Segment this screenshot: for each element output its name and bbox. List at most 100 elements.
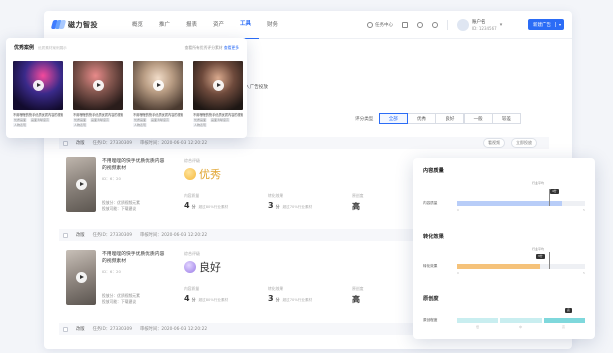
avatar bbox=[456, 18, 469, 31]
example-cards: 不用哩哩的快手优质优质内容的视频 优质画面 画面清晰度高 人物表现 不用哩哩的快… bbox=[13, 61, 243, 127]
example-thumbnail[interactable] bbox=[73, 61, 123, 110]
play-icon[interactable] bbox=[75, 272, 87, 283]
row-checkbox[interactable] bbox=[63, 140, 68, 146]
review-time: 审核时间：2020-06-03 12:20:22 bbox=[139, 141, 208, 146]
metric-conversion: 转化效果 3 分超过70%行业素材 bbox=[268, 193, 352, 212]
filter-option-excellent[interactable]: 优秀 bbox=[407, 113, 437, 124]
filter-option-all[interactable]: 全部 bbox=[378, 113, 408, 124]
medal-icon bbox=[184, 168, 196, 180]
nav-item-overview[interactable]: 概览 bbox=[124, 11, 151, 39]
example-caption: 不用哩哩的快手优质优质内容的视频 bbox=[13, 113, 63, 117]
example-tags: 人物表现 bbox=[13, 123, 63, 127]
brand-logo[interactable]: 磁力智投 bbox=[50, 19, 114, 30]
example-tag: 优质画面 bbox=[133, 118, 148, 122]
row-label: 转化效果 bbox=[423, 264, 438, 268]
nav-item-assets[interactable]: 资产 bbox=[205, 11, 232, 39]
example-tag: 画面清晰度高 bbox=[210, 118, 231, 122]
bell-icon[interactable] bbox=[416, 21, 423, 28]
example-tag: 人物表现 bbox=[193, 123, 208, 127]
metric-conversion: 转化效果 3 分超过70%行业素材 bbox=[268, 286, 352, 305]
play-icon[interactable] bbox=[92, 80, 104, 91]
metric-value-wrap: 3 分超过70%行业素材 bbox=[268, 294, 352, 303]
metric-unit: 分 bbox=[191, 204, 196, 209]
page-hint: 入广告投放 bbox=[245, 85, 268, 90]
example-card[interactable]: 不用哩哩的快手优质优质内容的视频 优质画面 画面清晰度高 人物表现 bbox=[73, 61, 123, 127]
filter-option-normal[interactable]: 一般 bbox=[463, 113, 493, 124]
task-center-icon bbox=[366, 21, 373, 28]
example-card[interactable]: 不用哩哩的快手优质优质内容的视频 优质画面 画面清晰度高 人物表现 bbox=[193, 61, 243, 127]
view-video-button[interactable]: 看视频 bbox=[483, 138, 505, 148]
tick-label: 0 bbox=[457, 208, 459, 212]
nav-item-reports[interactable]: 报表 bbox=[178, 11, 205, 39]
example-tag: 画面清晰度高 bbox=[150, 118, 171, 122]
example-tag: 优质画面 bbox=[73, 118, 88, 122]
play-icon[interactable] bbox=[32, 80, 44, 91]
record-tag: 改版 bbox=[76, 327, 85, 332]
record-header: 改版 任务ID：27330309 审核时间：2020-06-03 12:20:2… bbox=[59, 137, 549, 149]
row-label: 内容质量 bbox=[423, 201, 438, 205]
grade-value: 良好 bbox=[199, 261, 221, 274]
metric-unit: 分 bbox=[191, 297, 196, 302]
video-thumbnail[interactable] bbox=[66, 157, 96, 212]
example-caption: 不用哩哩的快手优质优质内容的视频 bbox=[193, 113, 243, 117]
nav-item-tools[interactable]: 工具 bbox=[232, 11, 259, 39]
examples-panel: 优秀案例 优质素材案例展示 查看所有优秀评分素材 查看更多 不用哩哩的快手优质优质… bbox=[6, 38, 247, 138]
example-tags: 人物表现 bbox=[73, 123, 123, 127]
help-icon[interactable] bbox=[431, 21, 438, 28]
nav-item-finance[interactable]: 财务 bbox=[259, 11, 286, 39]
video-thumbnail[interactable] bbox=[66, 250, 96, 305]
metric-unit: 分 bbox=[275, 297, 280, 302]
create-ad-button[interactable]: 新建广告 ▾ bbox=[527, 19, 564, 30]
grade: 良好 bbox=[184, 259, 221, 275]
metric-unit: 分 bbox=[275, 204, 280, 209]
message-icon[interactable] bbox=[401, 21, 408, 28]
tick-label: 5 bbox=[583, 271, 585, 275]
chevron-down-icon[interactable]: ▾ bbox=[554, 22, 561, 27]
play-icon[interactable] bbox=[212, 80, 224, 91]
example-thumbnail[interactable] bbox=[13, 61, 63, 110]
task-id: 任务ID：27330309 bbox=[92, 141, 132, 146]
metric-value-wrap: 3 分超过70%行业素材 bbox=[268, 201, 352, 210]
level-segment bbox=[457, 318, 499, 323]
metric-label: 原创度 bbox=[352, 193, 364, 198]
nav-item-promotion[interactable]: 推广 bbox=[151, 11, 178, 39]
section-title: 原创度 bbox=[423, 296, 439, 302]
metric-value: 3 bbox=[268, 201, 274, 210]
filter-option-poor[interactable]: 较差 bbox=[491, 113, 521, 124]
task-center-link[interactable]: 任务中心 bbox=[366, 21, 393, 28]
example-thumbnail[interactable] bbox=[193, 61, 243, 110]
metric-value-wrap: 4 分超过80%行业素材 bbox=[184, 294, 268, 303]
account-switcher[interactable]: 账户名 ID: 1234567 ▾ bbox=[456, 18, 519, 31]
record-tag: 改版 bbox=[76, 141, 85, 146]
play-icon[interactable] bbox=[75, 179, 87, 190]
example-thumbnail[interactable] bbox=[133, 61, 183, 110]
value-pill: 高 bbox=[565, 308, 572, 313]
metric-value: 高 bbox=[352, 295, 360, 304]
filter-option-good[interactable]: 良好 bbox=[435, 113, 465, 124]
industry-avg-marker bbox=[549, 252, 550, 269]
review-time: 审核时间：2020-06-03 12:20:22 bbox=[139, 327, 208, 332]
example-card[interactable]: 不用哩哩的快手优质优质内容的视频 优质画面 画面清晰度高 人物表现 bbox=[133, 61, 183, 127]
conversion-section: 转化效果 行业平均 3分 转化效果 0 5 bbox=[423, 233, 587, 283]
industry-avg-label: 行业平均 bbox=[532, 247, 545, 251]
row-actions: 看视频 立即投放 bbox=[483, 138, 537, 148]
originality-segments bbox=[457, 318, 585, 323]
video-title: 不用哩哩的快手优质优质内容的视频素材 bbox=[102, 252, 165, 264]
view-more-link[interactable]: 查看更多 bbox=[224, 45, 239, 50]
metric-label: 转化效果 bbox=[268, 286, 284, 291]
row-checkbox[interactable] bbox=[63, 326, 68, 332]
metric-extra: 超过80%行业素材 bbox=[198, 298, 229, 302]
level-segment bbox=[500, 318, 542, 323]
grade-label: 综合评级 bbox=[184, 158, 200, 163]
quality-bar-track bbox=[457, 189, 585, 206]
metric-value-wrap: 4 分超过80%行业素材 bbox=[184, 201, 268, 210]
examples-subtitle: 优质素材案例展示 bbox=[38, 46, 67, 50]
tick-label: 低 bbox=[476, 325, 480, 329]
row-checkbox[interactable] bbox=[63, 232, 68, 238]
video-duration: ID：6：20 bbox=[102, 269, 121, 274]
play-icon[interactable] bbox=[152, 80, 164, 91]
launch-button[interactable]: 立即投放 bbox=[511, 138, 537, 148]
examples-more-prefix: 查看所有优秀评分素材 bbox=[184, 45, 223, 50]
example-card[interactable]: 不用哩哩的快手优质优质内容的视频 优质画面 画面清晰度高 人物表现 bbox=[13, 61, 63, 127]
video-title: 不用哩哩的快手优质优质内容的视频素材 bbox=[102, 159, 165, 171]
